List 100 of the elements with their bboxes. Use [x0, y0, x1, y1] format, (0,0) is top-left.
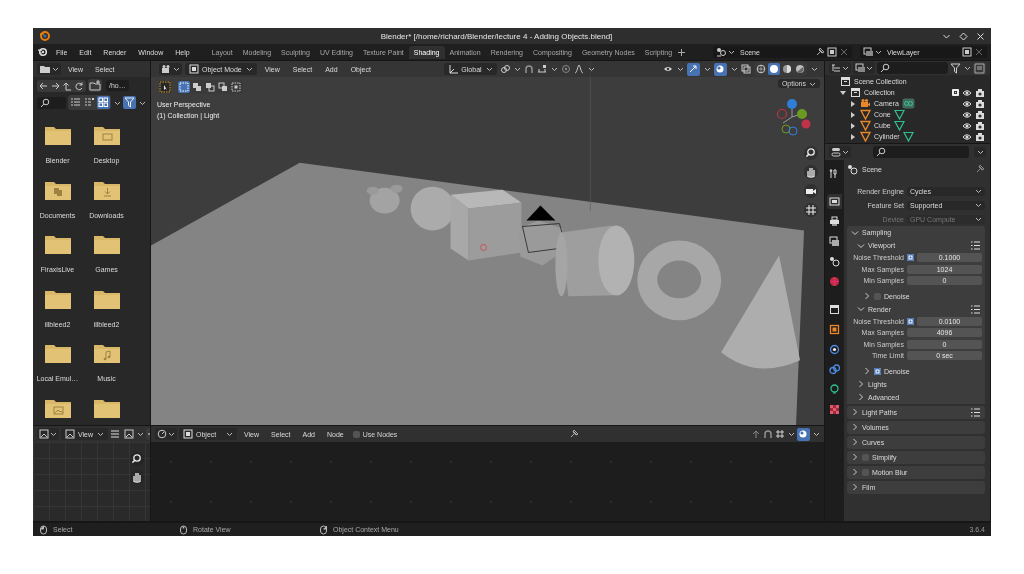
- eye-icon[interactable]: [962, 87, 972, 98]
- folder-icon[interactable]: [92, 124, 121, 146]
- overlay-icon[interactable]: [714, 62, 727, 76]
- select-box-icon[interactable]: [159, 81, 171, 93]
- camera-icon[interactable]: [975, 131, 985, 142]
- snap-icon[interactable]: [523, 64, 534, 74]
- constraint-icon[interactable]: [827, 362, 842, 377]
- folder-icon[interactable]: [43, 124, 72, 146]
- pin-icon[interactable]: [569, 429, 580, 439]
- light-data-icon[interactable]: [827, 382, 842, 397]
- mesh-data-icon[interactable]: [893, 120, 905, 131]
- back-arrow-icon[interactable]: [38, 80, 49, 91]
- new-selection-icon[interactable]: [178, 81, 190, 93]
- snap-target-icon[interactable]: [775, 429, 785, 439]
- extend-selection-icon[interactable]: [191, 81, 203, 93]
- texture-icon[interactable]: [827, 402, 842, 417]
- layers-icon[interactable]: [827, 234, 842, 249]
- folder-icon[interactable]: [43, 342, 72, 364]
- intersect-selection-icon[interactable]: [230, 81, 242, 93]
- solid-shading-icon[interactable]: [768, 63, 780, 75]
- search-field[interactable]: [873, 146, 969, 158]
- presets-icon[interactable]: [970, 241, 981, 250]
- overlay-icon[interactable]: [797, 427, 810, 441]
- physics-icon[interactable]: [827, 342, 842, 357]
- pivot-icon[interactable]: [499, 64, 510, 74]
- wireframe-shading-icon[interactable]: [755, 63, 767, 75]
- selector-dropdown[interactable]: [863, 47, 882, 57]
- material-shading-icon[interactable]: [781, 63, 793, 75]
- search-field[interactable]: [877, 62, 948, 74]
- detail-view-icon[interactable]: [83, 96, 96, 109]
- camera-icon[interactable]: [975, 98, 985, 109]
- forward-arrow-icon[interactable]: [50, 80, 61, 91]
- camera-icon[interactable]: [804, 184, 818, 198]
- list-view-icon[interactable]: [69, 96, 82, 109]
- new-folder-icon[interactable]: [88, 79, 102, 92]
- display-mode-button[interactable]: [853, 62, 875, 74]
- presets-icon[interactable]: [970, 407, 981, 417]
- falloff-icon[interactable]: [573, 64, 584, 74]
- search-field[interactable]: [37, 96, 66, 109]
- xray-icon[interactable]: [741, 64, 751, 74]
- folder-icon[interactable]: [92, 233, 121, 255]
- expand-arrow-icon[interactable]: [849, 110, 857, 119]
- eye-icon[interactable]: [962, 98, 972, 109]
- editor-type-button[interactable]: [829, 146, 851, 158]
- grid-icon[interactable]: [804, 203, 818, 217]
- hand-icon[interactable]: [130, 470, 144, 484]
- app-logo-icon[interactable]: [37, 46, 49, 58]
- snap-target-icon[interactable]: [536, 64, 547, 74]
- visibility-icon[interactable]: [663, 64, 673, 74]
- parent-node-icon[interactable]: [751, 429, 761, 439]
- thumbnail-view-icon[interactable]: [97, 96, 110, 109]
- pin-icon[interactable]: [815, 47, 825, 57]
- proportional-icon[interactable]: [560, 64, 571, 74]
- subtract-selection-icon[interactable]: [204, 81, 216, 93]
- presets-icon[interactable]: [970, 304, 981, 314]
- invert-selection-icon[interactable]: [217, 81, 229, 93]
- menu-icon[interactable]: [110, 429, 121, 439]
- mesh-data-icon[interactable]: [893, 109, 905, 120]
- image-browse-icon[interactable]: [124, 429, 135, 439]
- maximize-icon[interactable]: [959, 31, 968, 41]
- editor-type-button[interactable]: [159, 63, 182, 75]
- gizmo-icon[interactable]: [687, 62, 700, 76]
- snap-icon[interactable]: [763, 429, 773, 439]
- parent-directory-icon[interactable]: [62, 80, 73, 91]
- editor-type-button[interactable]: [155, 428, 177, 440]
- new-layer-icon[interactable]: [962, 47, 972, 57]
- selector-dropdown[interactable]: [716, 47, 735, 57]
- eye-icon[interactable]: [962, 109, 972, 120]
- new-scene-icon[interactable]: [827, 47, 837, 57]
- folder-icon[interactable]: [43, 233, 72, 255]
- scene-icon[interactable]: [827, 254, 842, 269]
- filter-icon[interactable]: [950, 62, 961, 74]
- expand-arrow-icon[interactable]: [849, 99, 857, 108]
- checkbox[interactable]: [907, 317, 914, 325]
- enable-checkbox[interactable]: [874, 367, 881, 375]
- editor-type-button[interactable]: [37, 428, 59, 440]
- render-icon[interactable]: [827, 194, 842, 209]
- camera-icon[interactable]: [975, 120, 985, 131]
- printer-icon[interactable]: [827, 214, 842, 229]
- refresh-icon[interactable]: [74, 80, 85, 91]
- eye-icon[interactable]: [962, 131, 972, 142]
- expand-arrow-icon[interactable]: [849, 121, 857, 130]
- editor-type-button[interactable]: [37, 63, 61, 75]
- editor-type-button[interactable]: [829, 62, 851, 74]
- box-icon[interactable]: [827, 302, 842, 317]
- object-icon[interactable]: [827, 322, 842, 337]
- add-tab-icon[interactable]: [677, 47, 687, 57]
- camera-icon[interactable]: [975, 87, 985, 98]
- collapse-arrow-icon[interactable]: [839, 88, 847, 97]
- camera-data-icon[interactable]: [901, 98, 915, 109]
- hand-icon[interactable]: [804, 165, 818, 179]
- zoom-icon[interactable]: [130, 452, 144, 466]
- include-checkbox[interactable]: [952, 89, 959, 96]
- options-dropdown[interactable]: [974, 147, 986, 157]
- zoom-icon[interactable]: [804, 146, 818, 160]
- rendered-shading-icon[interactable]: [794, 63, 806, 75]
- expand-arrow-icon[interactable]: [849, 132, 857, 141]
- camera-icon[interactable]: [975, 109, 985, 120]
- eye-icon[interactable]: [962, 120, 972, 131]
- mesh-data-icon[interactable]: [902, 131, 914, 142]
